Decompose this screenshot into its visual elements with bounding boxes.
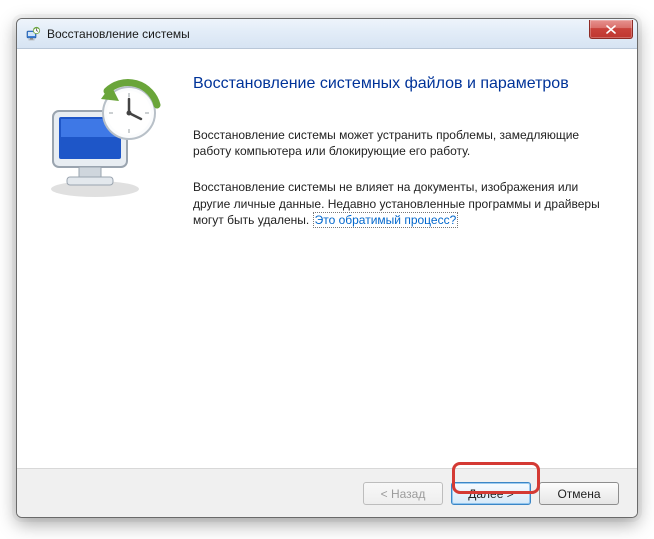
dialog-window: Восстановление системы (16, 18, 638, 518)
back-button: < Назад (363, 482, 443, 505)
dialog-footer: < Назад Далее > Отмена (17, 468, 637, 518)
window-title: Восстановление системы (47, 27, 589, 41)
reversible-process-link[interactable]: Это обратимый процесс? (313, 212, 459, 228)
paragraph-2: Восстановление системы не влияет на доку… (193, 179, 603, 228)
system-restore-graphic-icon (39, 77, 167, 205)
cancel-button[interactable]: Отмена (539, 482, 619, 505)
dialog-body: Восстановление системных файлов и параме… (17, 49, 637, 468)
system-restore-icon (25, 26, 41, 42)
close-button[interactable] (589, 20, 633, 39)
page-heading: Восстановление системных файлов и параме… (193, 75, 603, 93)
titlebar: Восстановление системы (17, 19, 637, 49)
left-pane (17, 49, 187, 468)
content-pane: Восстановление системных файлов и параме… (187, 49, 637, 468)
paragraph-1: Восстановление системы может устранить п… (193, 127, 603, 159)
next-button[interactable]: Далее > (451, 482, 531, 505)
close-icon (606, 25, 616, 34)
